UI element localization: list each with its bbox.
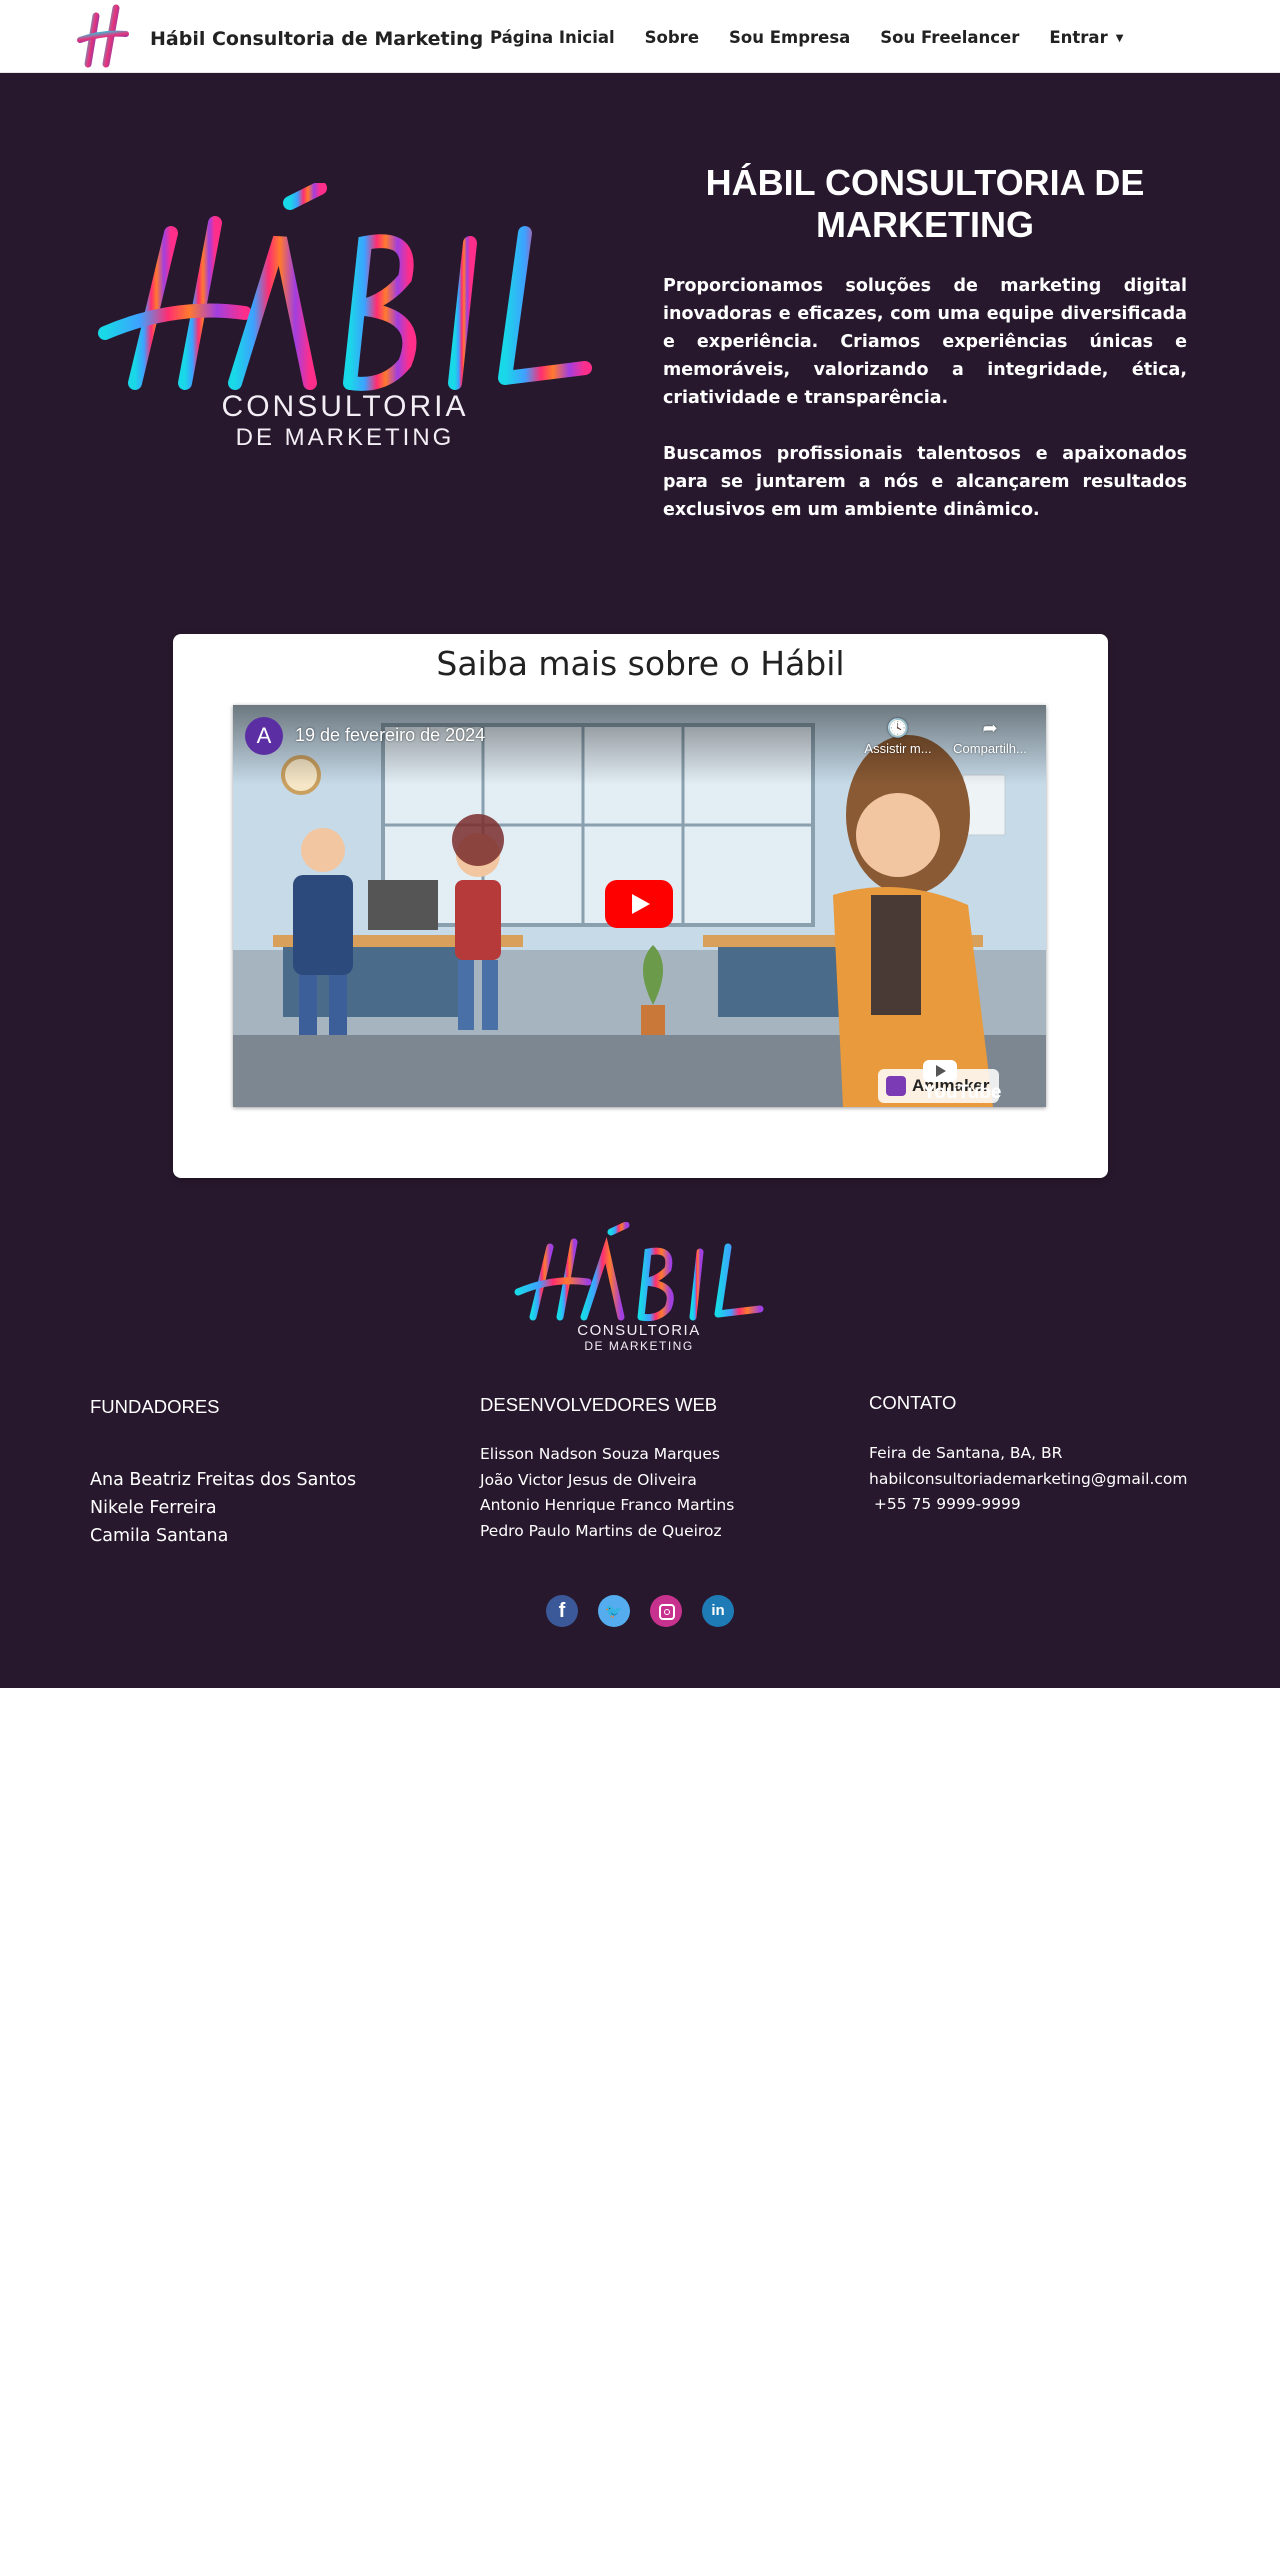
contact-email[interactable]: habilconsultoriademarketing@gmail.com: [869, 1467, 1187, 1493]
contact-heading: CONTATO: [869, 1392, 957, 1413]
footer-logo-image: CONSULTORIA DE MARKETING: [514, 1222, 764, 1353]
brand-name[interactable]: Hábil Consultoria de Marketing: [150, 28, 483, 50]
share-button[interactable]: ➦ Compartilh...: [945, 717, 1035, 756]
twitter-icon[interactable]: 🐦: [598, 1595, 630, 1627]
contact-phone[interactable]: +55 75 9999-9999: [869, 1492, 1187, 1518]
linkedin-icon[interactable]: in: [702, 1595, 734, 1627]
hero-description: Proporcionamos soluções de marketing dig…: [663, 272, 1187, 524]
facebook-icon[interactable]: f: [546, 1595, 578, 1627]
founder-name: Ana Beatriz Freitas dos Santos: [90, 1470, 357, 1490]
share-icon: ➦: [982, 718, 998, 738]
developer-name: Pedro Paulo Martins de Queiroz: [480, 1521, 722, 1540]
clock-icon: 🕓: [886, 718, 910, 738]
caret-down-icon: ▼: [1115, 33, 1124, 44]
play-button[interactable]: [605, 880, 673, 928]
watch-later-button[interactable]: 🕓 Assistir m...: [853, 717, 943, 756]
video-heading: Saiba mais sobre o Hábil: [436, 644, 845, 683]
nav-link-company[interactable]: Sou Empresa: [729, 28, 850, 47]
founders-list: Ana Beatriz Freitas dos Santos Nikele Fe…: [90, 1466, 356, 1550]
youtube-logo[interactable]: YouTube: [923, 1060, 1033, 1103]
share-label: Compartilh...: [953, 741, 1027, 756]
footer-logo-sub1: CONSULTORIA: [577, 1322, 700, 1339]
video-card: Saiba mais sobre o Hábil A 19 de feverei…: [173, 634, 1108, 1178]
contact-location: Feira de Santana, BA, BR: [869, 1444, 1063, 1462]
channel-avatar[interactable]: A: [245, 717, 283, 755]
founder-name: Nikele Ferreira: [90, 1498, 217, 1518]
contact-list: Feira de Santana, BA, BR habilconsultori…: [869, 1441, 1187, 1518]
hero-logo-image: CONSULTORIA DE MARKETING: [98, 183, 592, 451]
developer-name: Antonio Henrique Franco Martins: [480, 1496, 735, 1514]
nav-link-login[interactable]: Entrar ▼: [1049, 28, 1123, 47]
footer-logo-sub2: DE MARKETING: [584, 1339, 693, 1353]
contact-column: CONTATO Feira de Santana, BA, BR habilco…: [869, 1392, 1187, 1518]
nav-link-login-label: Entrar: [1049, 28, 1108, 47]
hero-paragraph-2: Buscamos profissionais talentosos e apai…: [663, 444, 1187, 520]
hero-paragraph-1: Proporcionamos soluções de marketing dig…: [663, 276, 1187, 408]
hero-title: HÁBIL CONSULTORIA DE MARKETING: [705, 162, 1145, 245]
hero-logo-sub2: DE MARKETING: [236, 424, 455, 451]
brand-logo-icon[interactable]: [76, 4, 130, 70]
founders-heading: FUNDADORES: [90, 1396, 220, 1417]
video-title[interactable]: 19 de fevereiro de 2024: [295, 725, 485, 746]
youtube-embed[interactable]: A 19 de fevereiro de 2024 🕓 Assistir m..…: [233, 705, 1046, 1107]
developer-name: Elisson Nadson Souza Marques: [480, 1445, 720, 1463]
youtube-icon: [923, 1060, 957, 1082]
youtube-logo-label: YouTube: [923, 1082, 1002, 1104]
nav-link-about[interactable]: Sobre: [645, 28, 699, 47]
hero-logo-sub1: CONSULTORIA: [222, 390, 469, 423]
founder-name: Camila Santana: [90, 1526, 229, 1546]
watch-later-label: Assistir m...: [864, 741, 932, 756]
nav-menu: Página Inicial Sobre Sou Empresa Sou Fre…: [490, 28, 1153, 47]
developers-column: DESENVOLVEDORES WEB Elisson Nadson Souza…: [480, 1394, 734, 1544]
developers-heading: DESENVOLVEDORES WEB: [480, 1394, 718, 1415]
nav-link-home[interactable]: Página Inicial: [490, 28, 615, 47]
developer-name: João Victor Jesus de Oliveira: [480, 1470, 697, 1489]
nav-link-freelancer[interactable]: Sou Freelancer: [880, 28, 1019, 47]
founders-column: FUNDADORES Ana Beatriz Freitas dos Santo…: [90, 1396, 356, 1550]
developers-list: Elisson Nadson Souza Marques João Victor…: [480, 1442, 734, 1544]
instagram-icon[interactable]: [650, 1595, 682, 1627]
navbar: Hábil Consultoria de Marketing Página In…: [0, 0, 1280, 73]
